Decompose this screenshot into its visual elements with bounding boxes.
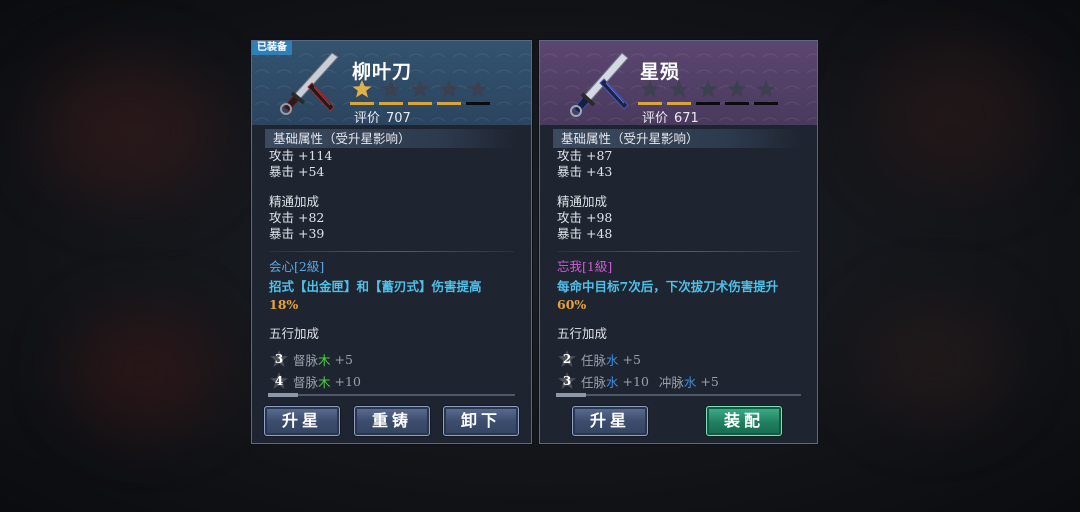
mastery-stat: 暴击 +48 <box>557 226 613 241</box>
star-rating <box>638 79 778 105</box>
rating: 评价 671 <box>642 107 699 126</box>
mastery-stat: 攻击 +98 <box>557 210 613 225</box>
unequip-button[interactable]: 卸下 <box>443 406 519 436</box>
list-item: 3 督脉木 +5 <box>265 348 518 370</box>
skill-name: 会心[2級] <box>269 259 325 274</box>
element-bonus-list[interactable]: 2 任脉水 +5 3 任脉水 +10 冲脉水 +5 <box>553 348 804 394</box>
reforge-button[interactable]: 重铸 <box>354 406 430 436</box>
base-stat: 暴击 +43 <box>557 164 613 179</box>
mastery-title: 精通加成 <box>269 194 320 209</box>
meridian-name: 督脉 <box>293 352 319 368</box>
meridian-name: 督脉 <box>293 374 319 390</box>
star-icon <box>350 79 374 105</box>
meridian-name: 任脉 <box>581 374 607 390</box>
star-count-icon: 3 <box>269 349 289 369</box>
star-icon <box>466 79 490 105</box>
base-stats-title: 基础属性（受升星影响） <box>553 129 804 148</box>
star-count-icon: 3 <box>557 371 577 391</box>
mastery-title: 精通加成 <box>557 194 608 209</box>
star-icon <box>667 79 691 105</box>
element-bonus: +10 <box>334 373 361 389</box>
base-stats-title: 基础属性（受升星影响） <box>265 129 518 148</box>
element-wood: 木 <box>318 352 331 368</box>
scrollbar-thumb[interactable] <box>556 393 586 397</box>
rating-label: 评价 <box>642 111 669 126</box>
list-item: 4 督脉木 +10 <box>265 370 518 392</box>
skill-percent: 60% <box>557 297 587 312</box>
star-icon <box>408 79 432 105</box>
rating: 评价 707 <box>354 107 411 126</box>
star-icon <box>437 79 461 105</box>
element-bonus: +10 <box>622 373 649 389</box>
base-stat: 攻击 +87 <box>557 148 613 163</box>
base-stat: 暴击 +54 <box>269 164 325 179</box>
card-header: 已装备 柳叶刀 评价 707 <box>252 41 531 126</box>
element-water: 水 <box>606 352 619 368</box>
star-count-icon: 2 <box>557 349 577 369</box>
divider <box>269 251 514 252</box>
mastery-stat: 暴击 +39 <box>269 226 325 241</box>
element-bonus: +5 <box>622 351 641 367</box>
scrollbar-track <box>556 394 801 396</box>
meridian-name: 任脉 <box>581 352 607 368</box>
upgrade-star-button[interactable]: 升星 <box>264 406 340 436</box>
star-icon <box>638 79 662 105</box>
equip-button[interactable]: 装配 <box>706 406 782 436</box>
star-count-icon: 4 <box>269 371 289 391</box>
skill-description-text: 每命中目标7次后，下次拔刀术伤害提升 <box>557 279 779 294</box>
scrollbar-thumb[interactable] <box>268 393 298 397</box>
divider <box>557 251 800 252</box>
element-water: 水 <box>683 374 697 390</box>
star-icon <box>725 79 749 105</box>
rating-value: 707 <box>386 111 411 126</box>
skill-percent: 18% <box>269 297 299 312</box>
base-stat: 攻击 +114 <box>269 148 333 163</box>
upgrade-star-button[interactable]: 升星 <box>572 406 648 436</box>
blade-weapon-icon <box>280 52 339 115</box>
skill-description: 招式【出金匣】和【蓄刃式】伤害提高 18% <box>265 278 518 314</box>
list-item: 2 任脉水 +5 <box>553 348 804 370</box>
star-rating <box>350 79 490 105</box>
element-water: 水 <box>606 374 619 390</box>
star-icon <box>696 79 720 105</box>
star-icon <box>754 79 778 105</box>
element-wood: 木 <box>318 374 331 390</box>
compare-weapon-card: 星殒 评价 671 基础属性（受升星影响） 攻击 +87 暴击 +43 精通加成 … <box>539 40 818 444</box>
rating-value: 671 <box>674 111 699 126</box>
mastery-stat: 攻击 +82 <box>269 210 325 225</box>
element-bonus: +5 <box>700 373 719 389</box>
element-bonus-title: 五行加成 <box>269 326 320 341</box>
skill-name: 忘我[1級] <box>557 259 613 274</box>
scrollbar-track <box>268 394 515 396</box>
element-bonus-title: 五行加成 <box>557 326 608 341</box>
list-item: 3 任脉水 +10 冲脉水 +5 <box>553 370 804 392</box>
meridian-name: 冲脉 <box>658 374 684 390</box>
rating-label: 评价 <box>354 111 381 126</box>
element-bonus: +5 <box>334 351 353 367</box>
blade-weapon-icon <box>570 52 629 117</box>
star-icon <box>379 79 403 105</box>
skill-description-text: 招式【出金匣】和【蓄刃式】伤害提高 <box>269 279 482 294</box>
card-header: 星殒 评价 671 <box>540 41 817 126</box>
equipped-weapon-card: 已装备 柳叶刀 评价 707 基础属性（受升星影响） 攻击 +114 暴击 +54… <box>251 40 532 444</box>
skill-description: 每命中目标7次后，下次拔刀术伤害提升 60% <box>553 278 804 314</box>
element-bonus-list[interactable]: 3 督脉木 +5 4 督脉木 +10 <box>265 348 518 394</box>
